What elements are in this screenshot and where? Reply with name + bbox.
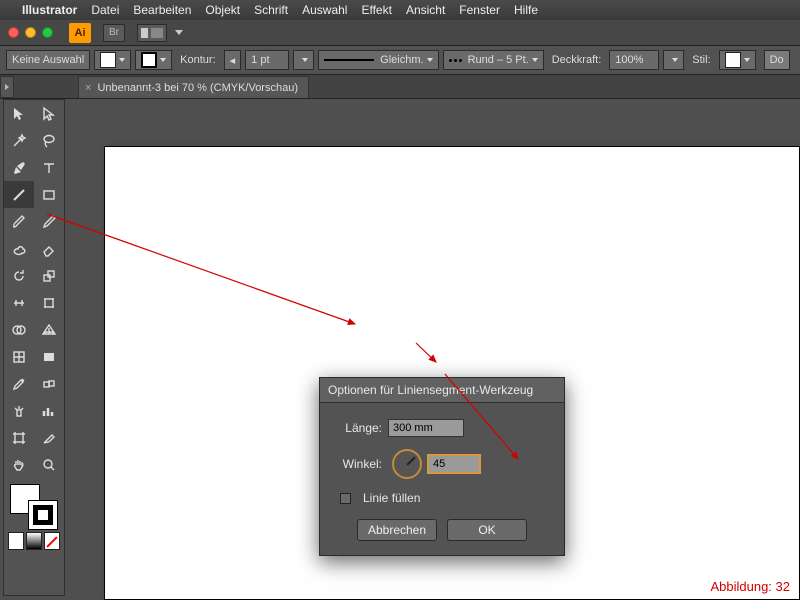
stroke-weight-stepper[interactable]: ◂ bbox=[224, 50, 242, 70]
length-input[interactable] bbox=[388, 419, 464, 437]
opacity-label: Deckkraft: bbox=[548, 54, 606, 66]
document-tab-title: Unbenannt-3 bei 70 % (CMYK/Vorschau) bbox=[97, 82, 298, 94]
menu-fenster[interactable]: Fenster bbox=[459, 3, 500, 17]
perspective-grid-tool[interactable] bbox=[34, 316, 64, 343]
menu-ansicht[interactable]: Ansicht bbox=[406, 3, 445, 17]
slice-tool[interactable] bbox=[34, 424, 64, 451]
angle-label: Winkel: bbox=[336, 457, 382, 471]
line-segment-tool[interactable] bbox=[4, 181, 34, 208]
angle-input[interactable] bbox=[428, 455, 480, 473]
menu-effekt[interactable]: Effekt bbox=[361, 3, 391, 17]
cancel-button[interactable]: Abbrechen bbox=[357, 519, 437, 541]
magic-wand-tool[interactable] bbox=[4, 127, 34, 154]
arrange-documents-button[interactable] bbox=[137, 24, 167, 42]
angle-dial[interactable] bbox=[392, 449, 422, 479]
pencil-tool[interactable] bbox=[34, 208, 64, 235]
stroke-weight-dropdown[interactable] bbox=[293, 50, 314, 70]
hand-tool[interactable] bbox=[4, 451, 34, 478]
gradient-mode-button[interactable] bbox=[26, 532, 42, 550]
document-setup-button[interactable]: Do bbox=[764, 50, 790, 70]
column-graph-tool[interactable] bbox=[34, 397, 64, 424]
fill-stroke-indicator[interactable] bbox=[8, 484, 60, 532]
symbol-sprayer-tool[interactable] bbox=[4, 397, 34, 424]
line-segment-options-dialog: Optionen für Liniensegment-Werkzeug Läng… bbox=[319, 377, 565, 556]
menu-auswahl[interactable]: Auswahl bbox=[302, 3, 347, 17]
mesh-tool[interactable] bbox=[4, 343, 34, 370]
brush-definition[interactable]: Rund – 5 Pt. bbox=[443, 50, 544, 70]
fill-line-checkbox[interactable] bbox=[340, 493, 351, 504]
shape-builder-tool[interactable] bbox=[4, 316, 34, 343]
stroke-weight-field[interactable]: 1 pt bbox=[245, 50, 289, 70]
opacity-dropdown[interactable] bbox=[663, 50, 684, 70]
fill-line-label: Linie füllen bbox=[363, 491, 420, 505]
zoom-tool[interactable] bbox=[34, 451, 64, 478]
rotate-tool[interactable] bbox=[4, 262, 34, 289]
scale-tool[interactable] bbox=[34, 262, 64, 289]
chevron-down-icon[interactable] bbox=[175, 30, 183, 35]
width-tool[interactable] bbox=[4, 289, 34, 316]
app-icon: Ai bbox=[69, 23, 91, 43]
mac-menubar: Illustrator Datei Bearbeiten Objekt Schr… bbox=[0, 0, 800, 20]
ok-button[interactable]: OK bbox=[447, 519, 527, 541]
graphic-style-swatch[interactable] bbox=[719, 50, 756, 70]
lasso-tool[interactable] bbox=[34, 127, 64, 154]
color-mode-button[interactable] bbox=[8, 532, 24, 550]
fill-swatch[interactable] bbox=[94, 50, 131, 70]
menu-bearbeiten[interactable]: Bearbeiten bbox=[133, 3, 191, 17]
rectangle-tool[interactable] bbox=[34, 181, 64, 208]
window-titlebar: Ai Br bbox=[0, 20, 800, 46]
gradient-tool[interactable] bbox=[34, 343, 64, 370]
close-tab-icon[interactable]: × bbox=[85, 82, 91, 94]
selection-status: Keine Auswahl bbox=[6, 50, 90, 70]
free-transform-tool[interactable] bbox=[34, 289, 64, 316]
menu-hilfe[interactable]: Hilfe bbox=[514, 3, 538, 17]
paintbrush-tool[interactable] bbox=[4, 208, 34, 235]
variable-width-profile[interactable]: Gleichm. bbox=[318, 50, 438, 70]
type-tool[interactable] bbox=[34, 154, 64, 181]
none-mode-button[interactable] bbox=[44, 532, 60, 550]
workspace: Optionen für Liniensegment-Werkzeug Läng… bbox=[0, 99, 800, 600]
control-bar: Keine Auswahl Kontur: ◂ 1 pt Gleichm. Ru… bbox=[0, 46, 800, 75]
window-close-button[interactable] bbox=[8, 27, 19, 38]
menu-objekt[interactable]: Objekt bbox=[205, 3, 240, 17]
window-zoom-button[interactable] bbox=[42, 27, 53, 38]
selection-tool[interactable] bbox=[4, 100, 34, 127]
dialog-title: Optionen für Liniensegment-Werkzeug bbox=[320, 378, 564, 403]
direct-selection-tool[interactable] bbox=[34, 100, 64, 127]
figure-caption: Abbildung: 32 bbox=[710, 579, 790, 594]
menu-schrift[interactable]: Schrift bbox=[254, 3, 288, 17]
stroke-color[interactable] bbox=[28, 500, 58, 530]
panel-collapse-button[interactable] bbox=[0, 76, 14, 98]
bridge-button[interactable]: Br bbox=[103, 24, 125, 42]
opacity-field[interactable]: 100% bbox=[609, 50, 659, 70]
pen-tool[interactable] bbox=[4, 154, 34, 181]
tools-panel bbox=[3, 99, 65, 596]
stroke-swatch[interactable] bbox=[135, 50, 172, 70]
menu-datei[interactable]: Datei bbox=[91, 3, 119, 17]
menu-app[interactable]: Illustrator bbox=[22, 3, 77, 17]
blend-tool[interactable] bbox=[34, 370, 64, 397]
style-label: Stil: bbox=[688, 54, 714, 66]
artboard-tool[interactable] bbox=[4, 424, 34, 451]
document-tabs: × Unbenannt-3 bei 70 % (CMYK/Vorschau) bbox=[0, 75, 800, 99]
length-label: Länge: bbox=[336, 421, 382, 435]
blob-brush-tool[interactable] bbox=[4, 235, 34, 262]
document-tab[interactable]: × Unbenannt-3 bei 70 % (CMYK/Vorschau) bbox=[78, 76, 309, 98]
window-minimize-button[interactable] bbox=[25, 27, 36, 38]
eyedropper-tool[interactable] bbox=[4, 370, 34, 397]
eraser-tool[interactable] bbox=[34, 235, 64, 262]
stroke-label: Kontur: bbox=[176, 54, 219, 66]
